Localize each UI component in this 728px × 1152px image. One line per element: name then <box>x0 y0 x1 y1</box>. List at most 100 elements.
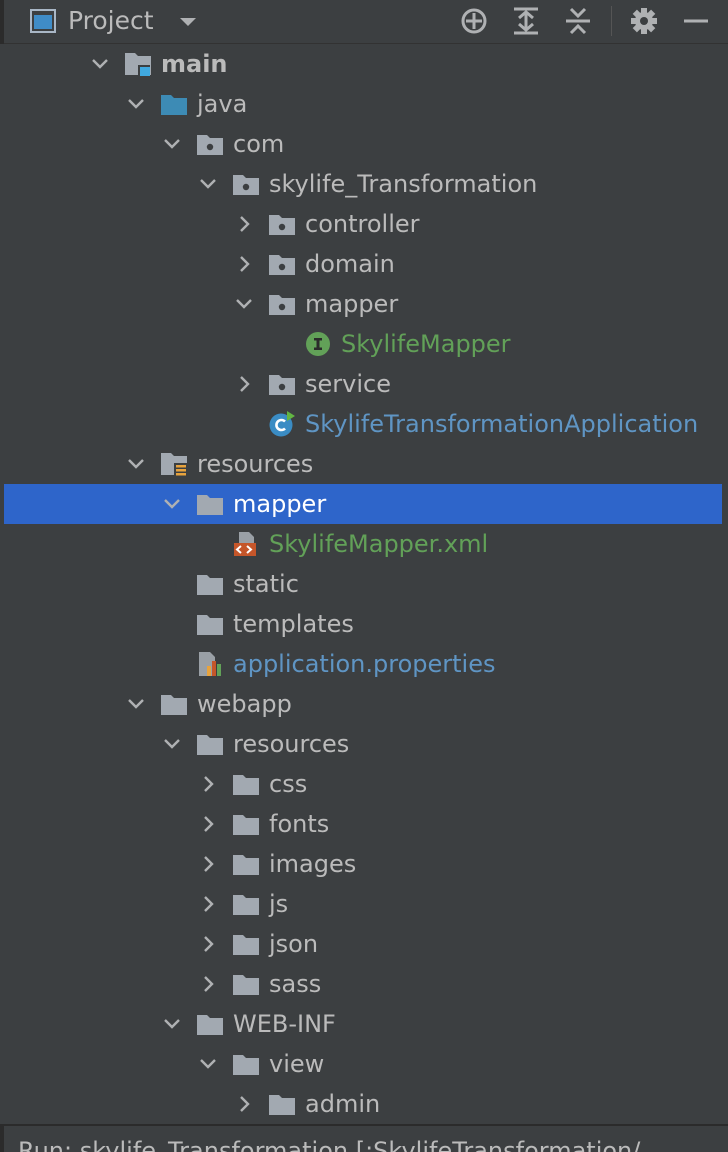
folder-icon <box>196 571 224 597</box>
xml-file-icon <box>232 531 260 557</box>
folder-icon <box>232 811 260 837</box>
tree-row-label: static <box>233 570 299 598</box>
tree-row[interactable]: com <box>4 124 728 164</box>
tree-row[interactable]: js <box>4 884 728 924</box>
tree-row[interactable]: fonts <box>4 804 728 844</box>
chevron-right-icon[interactable] <box>234 374 254 394</box>
window-edge <box>0 0 4 44</box>
project-view-icon <box>30 9 56 33</box>
window-edge <box>0 1126 4 1152</box>
chevron-down-icon[interactable] <box>126 694 146 714</box>
collapse-all-icon[interactable] <box>563 6 593 36</box>
tree-row[interactable]: sass <box>4 964 728 1004</box>
caret-down-icon[interactable] <box>178 16 198 28</box>
chevron-down-icon[interactable] <box>90 54 110 74</box>
tree-row[interactable]: css <box>4 764 728 804</box>
tree-row[interactable]: SkylifeMapper <box>4 324 728 364</box>
run-tool-bar: Run: skylife_Transformation [:SkylifeTra… <box>0 1124 728 1152</box>
chevron-down-icon[interactable] <box>126 94 146 114</box>
chevron-down-icon[interactable] <box>126 454 146 474</box>
tree-row[interactable]: templates <box>4 604 728 644</box>
tree-row-label: java <box>197 90 248 118</box>
package-icon <box>196 131 224 157</box>
chevron-down-icon[interactable] <box>162 134 182 154</box>
tool-window-header: Project <box>0 0 728 44</box>
tree-row[interactable]: main <box>4 44 728 84</box>
gear-icon[interactable] <box>629 6 659 36</box>
chevron-down-icon[interactable] <box>198 1054 218 1074</box>
folder-icon <box>196 491 224 517</box>
chevron-down-icon[interactable] <box>162 1014 182 1034</box>
tree-row[interactable]: mapper <box>4 284 728 324</box>
tree-row-label: SkylifeTransformationApplication <box>305 410 699 438</box>
tree-row-label: images <box>269 850 357 878</box>
folder-icon <box>232 771 260 797</box>
minimize-icon[interactable] <box>681 6 711 36</box>
project-view-selector[interactable]: Project <box>68 6 154 36</box>
run-configuration-label[interactable]: Run: skylife_Transformation [:SkylifeTra… <box>18 1136 640 1152</box>
tree-row[interactable]: resources <box>4 444 728 484</box>
package-icon <box>232 171 260 197</box>
folder-icon <box>196 1011 224 1037</box>
folder-icon <box>232 1051 260 1077</box>
chevron-down-icon[interactable] <box>162 494 182 514</box>
tree-row[interactable]: domain <box>4 244 728 284</box>
tree-row[interactable]: resources <box>4 724 728 764</box>
tree-row-label: css <box>269 770 308 798</box>
tree-row-label: main <box>161 50 228 78</box>
tree-row[interactable]: mapper <box>4 484 722 524</box>
tree-row[interactable]: SkylifeMapper.xml <box>4 524 728 564</box>
chevron-down-icon[interactable] <box>234 294 254 314</box>
chevron-right-icon[interactable] <box>198 974 218 994</box>
tree-row[interactable]: application.properties <box>4 644 728 684</box>
resources-root-folder-icon <box>160 451 188 477</box>
tree-row[interactable]: json <box>4 924 728 964</box>
package-icon <box>268 291 296 317</box>
spring-boot-class-icon <box>268 411 296 437</box>
chevron-down-icon[interactable] <box>198 174 218 194</box>
tree-row[interactable]: service <box>4 364 728 404</box>
tree-row[interactable]: webapp <box>4 684 728 724</box>
chevron-right-icon[interactable] <box>234 1094 254 1114</box>
tree-row-label: controller <box>305 210 420 238</box>
locate-icon[interactable] <box>459 6 489 36</box>
chevron-right-icon[interactable] <box>198 894 218 914</box>
tree-row-label: application.properties <box>233 650 496 678</box>
folder-icon <box>232 931 260 957</box>
package-icon <box>268 251 296 277</box>
tree-row-label: view <box>269 1050 325 1078</box>
tree-row-label: domain <box>305 250 395 278</box>
tree-row[interactable]: WEB-INF <box>4 1004 728 1044</box>
tree-row[interactable]: images <box>4 844 728 884</box>
project-tree[interactable]: main java com skylife_Transformationcontrol… <box>4 44 728 1124</box>
chevron-right-icon[interactable] <box>198 774 218 794</box>
tree-row[interactable]: SkylifeTransformationApplication <box>4 404 728 444</box>
chevron-down-icon[interactable] <box>162 734 182 754</box>
tree-row[interactable]: static <box>4 564 728 604</box>
tree-row-label: json <box>269 930 319 958</box>
tree-row-label: WEB-INF <box>233 1010 336 1038</box>
tree-row-label: mapper <box>233 490 327 518</box>
tree-row[interactable]: controller <box>4 204 728 244</box>
tree-row-label: SkylifeMapper <box>341 330 511 358</box>
chevron-right-icon[interactable] <box>198 814 218 834</box>
chevron-right-icon[interactable] <box>198 854 218 874</box>
tree-row[interactable]: skylife_Transformation <box>4 164 728 204</box>
chevron-right-icon[interactable] <box>234 254 254 274</box>
folder-icon <box>232 851 260 877</box>
tree-row[interactable]: view <box>4 1044 728 1084</box>
properties-file-icon <box>196 651 224 677</box>
tree-row[interactable]: admin <box>4 1084 728 1124</box>
project-tool-window: Project main java com skylife_Transforma… <box>0 0 728 1152</box>
chevron-right-icon[interactable] <box>198 934 218 954</box>
expand-all-icon[interactable] <box>511 6 541 36</box>
chevron-right-icon[interactable] <box>234 214 254 234</box>
source-root-folder-icon <box>124 51 152 77</box>
tree-row-label: resources <box>233 730 350 758</box>
interface-icon <box>304 331 332 357</box>
tree-row[interactable]: java <box>4 84 728 124</box>
java-source-folder-icon <box>160 91 188 117</box>
folder-icon <box>232 891 260 917</box>
header-separator <box>611 6 612 36</box>
tree-row-label: js <box>269 890 289 918</box>
